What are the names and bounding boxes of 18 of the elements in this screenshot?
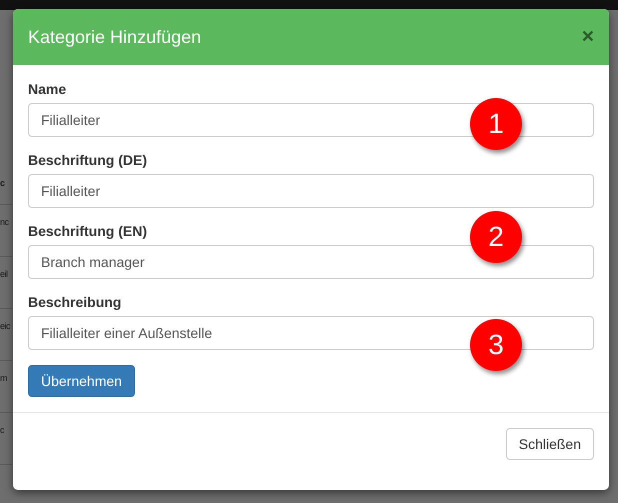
table-cell: nc [0,205,12,257]
field-label: Beschreibung [28,294,122,310]
field-label: Name [28,81,66,97]
number-marker: 1 [470,98,522,150]
field-label: Beschriftung (DE) [28,152,147,168]
table-cell: c [0,413,12,465]
modal-title: Kategorie Hinzufügen [28,26,202,48]
field-label: Beschriftung (EN) [28,223,147,239]
table-cell: eic [0,309,12,361]
submit-button[interactable]: Übernehmen [28,365,135,397]
table-cell: c [0,166,12,205]
table-cell: m [0,361,12,413]
number-marker: 2 [470,211,522,263]
input-field[interactable]: Branch manager [28,245,594,279]
table-cell: eil [0,257,12,309]
number-marker: 3 [470,319,522,371]
close-button[interactable]: Schließen [506,428,594,460]
input-field[interactable]: Filialleiter [28,174,594,208]
